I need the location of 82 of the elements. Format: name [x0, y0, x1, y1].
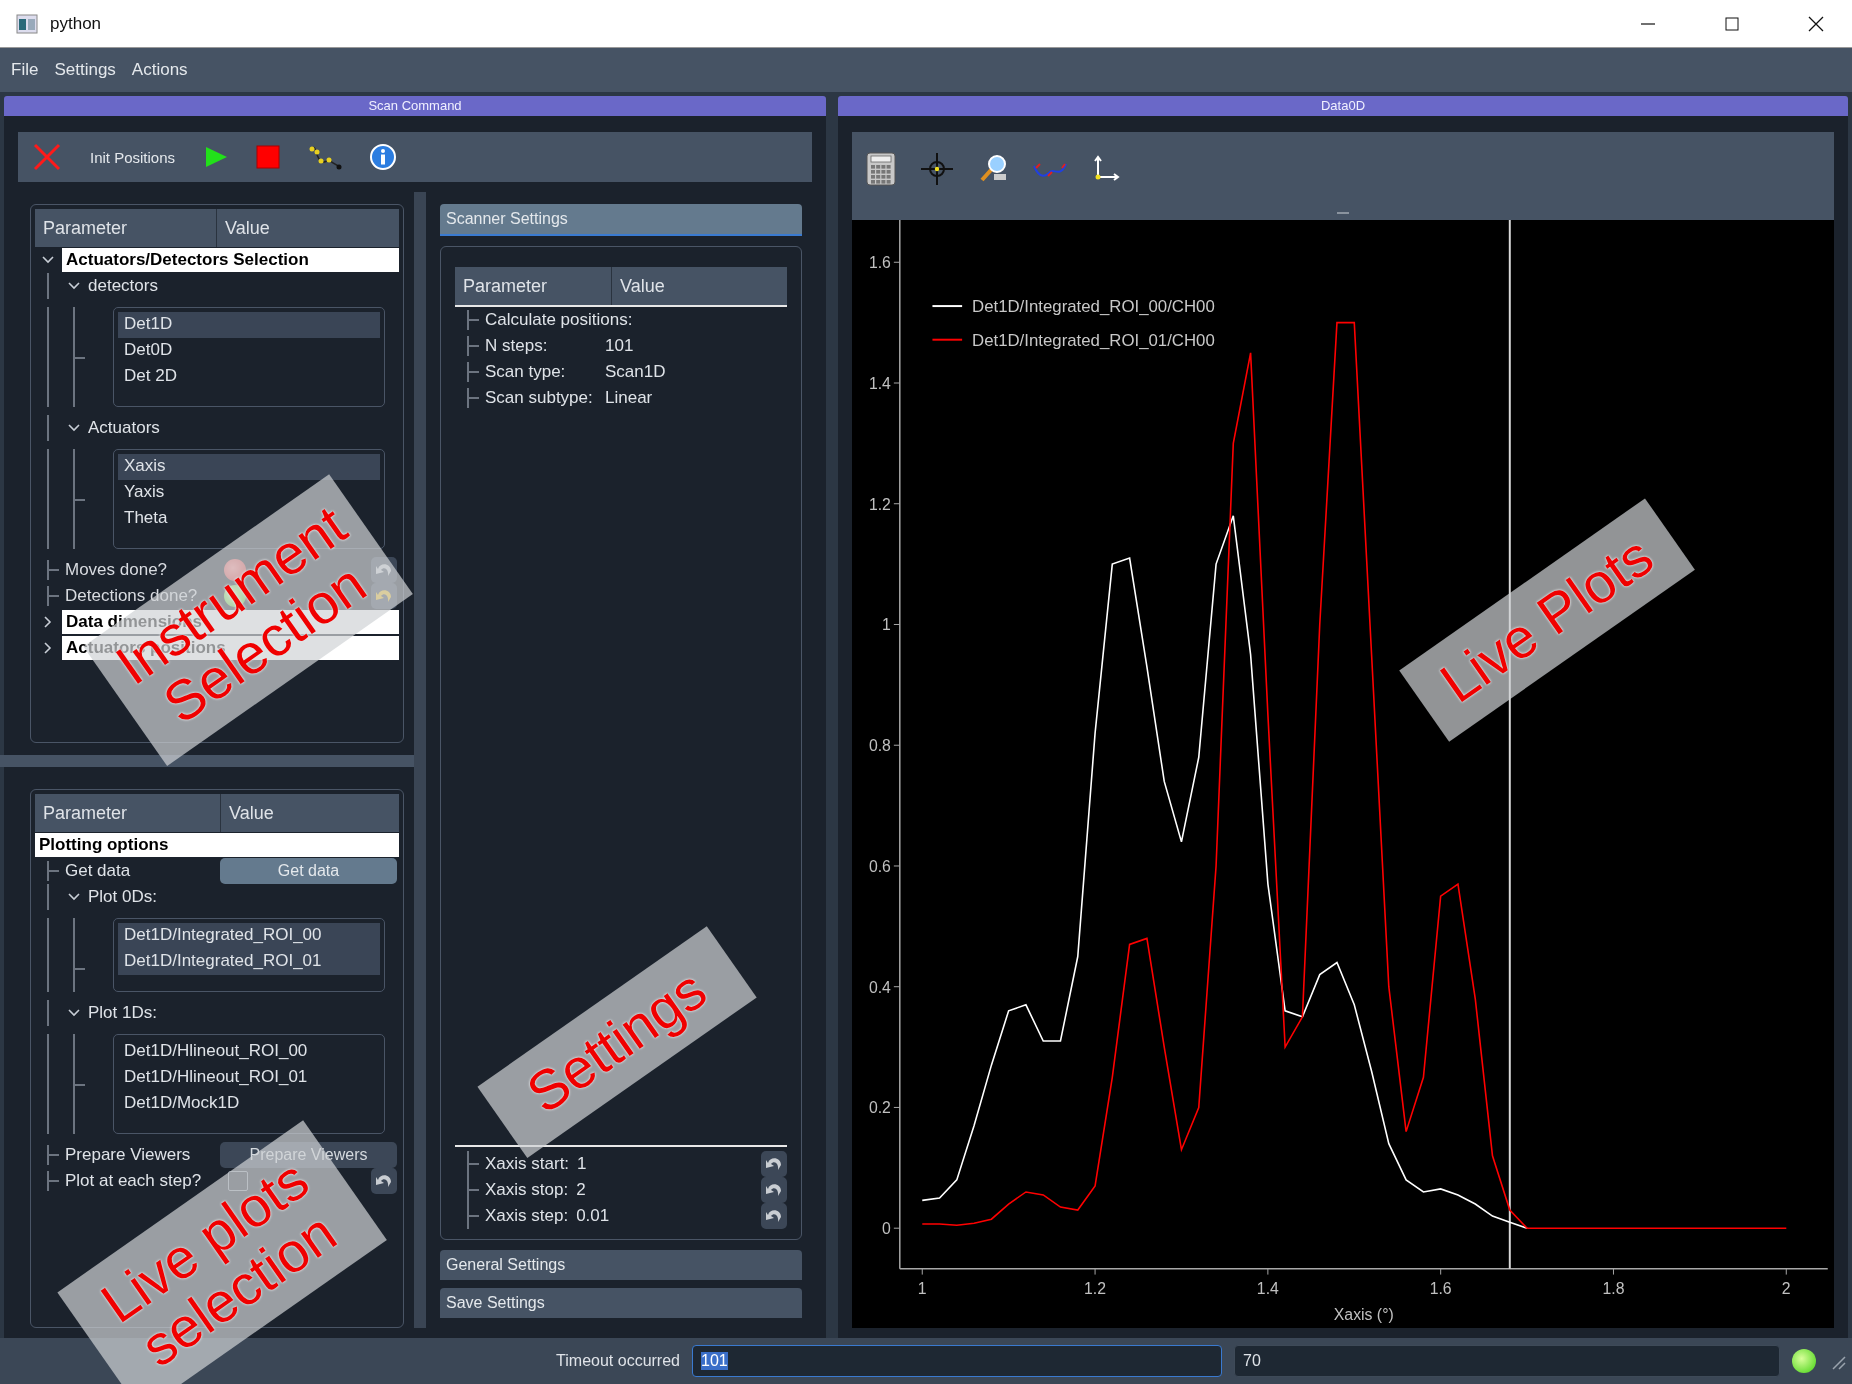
settings-tab[interactable]: Scanner Settings [440, 204, 802, 236]
param-label: Prepare Viewers [65, 1145, 191, 1165]
menu-item[interactable]: Settings [51, 58, 119, 82]
init-positions-button[interactable]: Init Positions [88, 146, 178, 168]
undo-icon[interactable] [761, 1151, 787, 1177]
input-field[interactable]: 101 [692, 1345, 1222, 1377]
list-item[interactable]: Det1D/Integrated_ROI_00 [118, 923, 380, 949]
column-header[interactable]: Value [220, 794, 399, 832]
tick-label: 1.2 [868, 495, 891, 513]
info-icon[interactable] [369, 143, 398, 171]
list-item[interactable]: Det1D [118, 312, 380, 338]
param-label: Plot 1Ds: [88, 1003, 157, 1023]
param-value: Linear [605, 388, 653, 408]
list-item[interactable]: Det0D [118, 338, 380, 364]
param-value: 101 [605, 336, 634, 356]
param-label: Get data [65, 861, 131, 881]
legend-label: Det1D/Integrated_ROI_00/CH00 [972, 297, 1215, 316]
undo-icon[interactable] [761, 1203, 787, 1229]
param-label: Xaxis stop: [485, 1180, 569, 1200]
column-header[interactable]: Parameter [35, 209, 216, 247]
window-title: python [50, 13, 102, 34]
tick-label: 0 [882, 1220, 891, 1238]
list-item[interactable]: Det 2D [118, 364, 380, 390]
menu-item[interactable]: Actions [128, 58, 191, 82]
param-label: Actuators [88, 418, 160, 438]
tick-label: 2 [1781, 1280, 1791, 1298]
tick-label: 0.4 [868, 978, 891, 996]
minimize-icon [1641, 22, 1655, 25]
close-icon [1808, 15, 1824, 32]
param-label: Scan subtype: [485, 388, 593, 408]
tick-label: 1 [882, 616, 891, 634]
status-message: Timeout occurred [555, 1352, 680, 1370]
param-label: Calculate positions: [485, 310, 633, 330]
group-label: Plotting options [35, 833, 399, 857]
calculator-icon[interactable] [866, 152, 896, 186]
tick-label: 1.6 [1429, 1280, 1452, 1298]
input-field[interactable]: 70 [1234, 1345, 1780, 1377]
list-item[interactable]: Det1D/Integrated_ROI_01 [118, 949, 380, 975]
magnifier-icon[interactable] [978, 154, 1008, 184]
crosshair-icon[interactable] [920, 152, 954, 186]
app-icon [16, 13, 38, 34]
group-label: Actuators/Detectors Selection [62, 248, 399, 272]
column-header[interactable]: Value [611, 267, 787, 305]
param-label: detectors [88, 276, 158, 296]
settings-tab[interactable]: General Settings [440, 1250, 802, 1280]
tick-label: 1.4 [868, 374, 891, 392]
param-value: 2 [576, 1180, 586, 1200]
dock-title: Scan Command [4, 96, 826, 116]
splitter-handle[interactable] [414, 192, 426, 1328]
tick-label: 1.8 [1602, 1280, 1625, 1298]
tick-label: 1.6 [868, 254, 891, 272]
undo-icon[interactable] [371, 1168, 397, 1194]
legend-label: Det1D/Integrated_ROI_01/CH00 [972, 330, 1215, 350]
axes-icon[interactable] [1092, 155, 1120, 183]
maximize-icon [1725, 16, 1739, 31]
tick-label: 1 [917, 1280, 927, 1298]
splitter-handle[interactable] [0, 755, 414, 767]
tick-label: 0.8 [868, 737, 891, 755]
list-item[interactable]: Det1D/Mock1D [118, 1091, 380, 1117]
list-item[interactable]: Det1D/Hlineout_ROI_00 [118, 1039, 380, 1065]
param-label: Xaxis step: [485, 1206, 569, 1226]
tick-label: 0.2 [868, 1099, 891, 1117]
param-label: Plot 0Ds: [88, 887, 157, 907]
param-label: Plot at each step? [65, 1171, 202, 1191]
column-header[interactable]: Parameter [35, 794, 220, 832]
legend-swatch [931, 305, 964, 308]
param-value: Scan1D [605, 362, 666, 382]
dock-title: Data0D [838, 96, 1848, 116]
param-label: N steps: [485, 336, 548, 356]
tick-label: 1.4 [1256, 1280, 1279, 1298]
list-item[interactable]: Det1D/Hlineout_ROI_01 [118, 1065, 380, 1091]
menu-item[interactable]: File [8, 58, 42, 82]
settings-tab[interactable]: Save Settings [440, 1288, 802, 1318]
param-value: 0.01 [576, 1206, 610, 1226]
action-button[interactable]: Get data [220, 858, 397, 884]
axis-label: Xaxis (°) [1333, 1306, 1394, 1324]
tick-label: 0.6 [868, 857, 891, 875]
column-header[interactable]: Value [216, 209, 399, 247]
param-label: Scan type: [485, 362, 566, 382]
legend-swatch [931, 338, 964, 341]
column-header[interactable]: Parameter [455, 267, 611, 305]
tick-label: 1.2 [1084, 1280, 1107, 1298]
